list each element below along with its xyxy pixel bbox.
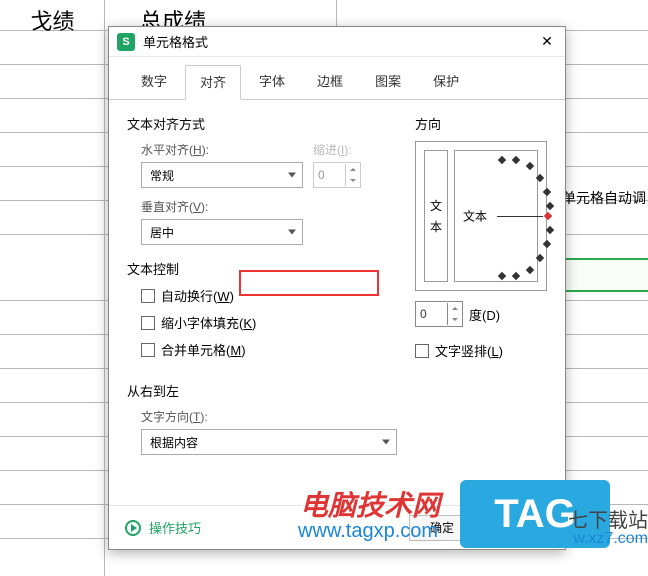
text-direction-select[interactable]: 根据内容 — [141, 429, 397, 455]
text-control-section-label: 文本控制 — [127, 259, 397, 278]
chevron-down-icon — [288, 230, 296, 235]
tab-font[interactable]: 字体 — [245, 65, 299, 99]
rtl-section-label: 从右到左 — [127, 381, 397, 400]
tab-border[interactable]: 边框 — [303, 65, 357, 99]
tab-alignment[interactable]: 对齐 — [185, 65, 241, 100]
watermark-text-2: 七下载站 — [568, 504, 648, 533]
checkbox-icon — [141, 316, 155, 330]
bg-cell: 戈绩 — [0, 0, 105, 36]
h-align-select[interactable]: 常规 — [141, 162, 303, 188]
dialog-title: 单元格格式 — [143, 32, 537, 51]
text-align-section-label: 文本对齐方式 — [127, 114, 397, 133]
checkbox-icon — [415, 344, 429, 358]
wps-logo-icon: S — [117, 33, 135, 51]
orientation-panel: 文本 文本 — [415, 141, 547, 291]
wrap-text-checkbox[interactable]: 自动换行(W) — [141, 286, 397, 305]
titlebar: S 单元格格式 ✕ — [109, 27, 565, 57]
degree-spinner[interactable]: 0 — [415, 301, 463, 327]
play-tips-icon[interactable] — [125, 520, 141, 536]
close-button[interactable]: ✕ — [537, 33, 557, 50]
direction-section-label: 方向 — [415, 114, 547, 133]
v-align-label: 垂直对齐(V): — [141, 198, 397, 215]
checkbox-icon — [141, 343, 155, 357]
tab-number[interactable]: 数字 — [127, 65, 181, 99]
watermark-url-2: w.xz7.com — [573, 530, 648, 548]
vertical-text-checkbox[interactable]: 文字竖排(L) — [415, 341, 547, 360]
degree-label: 度(D) — [469, 305, 500, 324]
merge-cells-checkbox[interactable]: 合并单元格(M) — [141, 340, 397, 359]
watermark-text: 电脑技术网 — [300, 484, 440, 524]
angle-indicator-icon — [544, 212, 552, 220]
checkbox-icon — [141, 289, 155, 303]
h-align-label: 水平对齐(H): — [141, 141, 303, 158]
vertical-text-button[interactable]: 文本 — [424, 150, 448, 282]
bg-cell: 单元格自动调 — [562, 188, 646, 208]
selected-cell-hint — [562, 258, 648, 292]
indent-spinner[interactable]: 0 — [313, 162, 361, 188]
text-direction-label: 文字方向(T): — [141, 408, 397, 425]
tab-protection[interactable]: 保护 — [419, 65, 473, 99]
watermark-url: www.tagxp.com — [298, 520, 438, 543]
cell-format-dialog: S 单元格格式 ✕ 数字 对齐 字体 边框 图案 保护 文本对齐方式 水平对齐(… — [108, 26, 566, 550]
v-align-select[interactable]: 居中 — [141, 219, 303, 245]
indent-label: 缩进(I): — [313, 141, 361, 158]
orientation-dial[interactable]: 文本 — [454, 150, 538, 282]
chevron-down-icon — [382, 440, 390, 445]
shrink-to-fit-checkbox[interactable]: 缩小字体填充(K) — [141, 313, 397, 332]
chevron-down-icon — [288, 173, 296, 178]
tab-strip: 数字 对齐 字体 边框 图案 保护 — [109, 57, 565, 100]
tab-pattern[interactable]: 图案 — [361, 65, 415, 99]
